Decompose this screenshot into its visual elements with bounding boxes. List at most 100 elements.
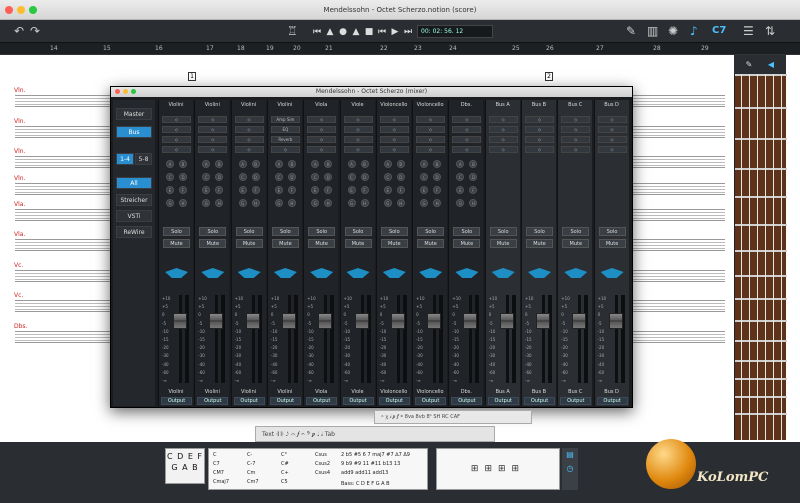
insert-slot[interactable]: ◇ — [416, 136, 446, 143]
insert-slot[interactable]: ◇ — [416, 126, 446, 133]
close-window-button[interactable] — [115, 89, 120, 94]
solo-button[interactable]: Solo — [344, 227, 372, 236]
insert-slot[interactable]: ◇ — [488, 126, 518, 133]
send-knob[interactable]: E — [274, 186, 283, 194]
send-knob[interactable]: E — [383, 186, 392, 194]
chord-extension[interactable]: 2 b5 #5 6 7 maj7 #7 ∆7 Δ9 — [341, 452, 410, 458]
list-icon[interactable]: ☰ — [743, 23, 754, 39]
send-knob[interactable]: G — [420, 199, 429, 207]
volume-fader[interactable] — [463, 313, 478, 329]
pan-control[interactable] — [491, 268, 515, 278]
send-knob[interactable]: D — [251, 173, 260, 181]
mute-button[interactable]: Mute — [199, 239, 227, 248]
chord-type[interactable]: C# — [281, 461, 289, 467]
insert-slot[interactable]: ◇ — [234, 136, 264, 143]
send-knob[interactable]: E — [456, 186, 465, 194]
back-button[interactable]: ⏮ — [377, 27, 387, 37]
zoom-window-button[interactable] — [29, 6, 37, 14]
volume-fader[interactable] — [572, 313, 587, 329]
send-knob[interactable]: A — [383, 160, 392, 168]
insert-slot[interactable]: ◇ — [198, 146, 228, 153]
send-knob[interactable]: G — [202, 199, 211, 207]
send-knob[interactable]: E — [166, 186, 174, 194]
channel-name[interactable]: Viole — [341, 102, 375, 108]
solo-button[interactable]: Solo — [271, 227, 299, 236]
keyboard-icon[interactable]: ▥ — [647, 23, 658, 39]
chord-roots-row[interactable]: G A B — [166, 462, 204, 473]
insert-slot[interactable]: ◇ — [307, 136, 337, 143]
send-knob[interactable]: D — [396, 173, 405, 181]
send-knob[interactable]: D — [360, 173, 369, 181]
send-knob[interactable]: E — [420, 186, 429, 194]
chord-type[interactable]: C — [213, 452, 217, 458]
insert-slot[interactable]: ◇ — [379, 116, 409, 123]
mute-button[interactable]: Mute — [380, 239, 408, 248]
chord-type[interactable]: C5 — [281, 479, 288, 485]
insert-slot[interactable]: ◇ — [525, 136, 554, 143]
send-knob[interactable]: H — [360, 199, 369, 207]
effect-slot[interactable]: Amp Sim — [270, 116, 300, 123]
output-button[interactable]: Output — [269, 397, 301, 405]
solo-button[interactable]: Solo — [598, 227, 626, 236]
insert-slot[interactable]: ◇ — [597, 116, 627, 123]
send-knob[interactable]: H — [215, 199, 224, 207]
conductor-icon[interactable]: ♖ — [287, 23, 298, 39]
volume-fader[interactable] — [536, 313, 550, 329]
undo-icon[interactable]: ↶ — [14, 23, 24, 39]
send-knob[interactable]: B — [287, 160, 296, 168]
mute-button[interactable]: Mute — [271, 239, 299, 248]
mute-button[interactable]: Mute — [489, 239, 517, 248]
send-knob[interactable]: H — [433, 199, 442, 207]
send-knob[interactable]: D — [215, 173, 224, 181]
send-knob[interactable]: F — [324, 186, 333, 194]
send-knob[interactable]: E — [347, 186, 356, 194]
pencil-icon[interactable]: ✎ — [740, 58, 758, 71]
channel-name[interactable]: Violoncello — [377, 102, 411, 108]
send-knob[interactable]: F — [360, 186, 369, 194]
output-button[interactable]: Output — [197, 397, 229, 405]
send-knob[interactable]: H — [251, 199, 260, 207]
send-knob[interactable]: A — [202, 160, 211, 168]
insert-slot[interactable]: ◇ — [343, 136, 373, 143]
articulation-palette[interactable]: 𝄐 ꭓ 𝅗𝅥 𝆏 𝆑 ꓿ 8va 8vb 8ᵇ SH RC CAF — [374, 410, 532, 424]
guitar-fretboard[interactable] — [734, 74, 787, 440]
output-button[interactable]: Output — [233, 397, 265, 405]
output-button[interactable]: Output — [451, 397, 483, 405]
channels-5-8-button[interactable]: 5-8 — [135, 153, 152, 165]
window-controls[interactable] — [5, 6, 37, 14]
send-knob[interactable]: D — [287, 173, 296, 181]
mute-button[interactable]: Mute — [453, 239, 481, 248]
stop-button[interactable]: ■ — [364, 27, 374, 37]
output-button[interactable]: Output — [415, 397, 447, 405]
volume-fader[interactable] — [245, 313, 260, 329]
pan-control[interactable] — [201, 268, 225, 278]
insert-slot[interactable]: ◇ — [597, 126, 627, 133]
send-knob[interactable]: A — [274, 160, 283, 168]
chord-extension[interactable]: 9 b9 #9 11 #11 b13 13 — [341, 461, 400, 467]
vsti-button[interactable]: VSTi — [116, 210, 152, 222]
chord-type[interactable]: Cm — [247, 470, 255, 476]
insert-slot[interactable]: ◇ — [488, 146, 518, 153]
insert-slot[interactable]: ◇ — [162, 126, 191, 133]
insert-slot[interactable]: ◇ — [488, 136, 518, 143]
insert-slot[interactable]: ◇ — [452, 136, 482, 143]
send-knob[interactable]: A — [311, 160, 320, 168]
insert-slot[interactable]: ◇ — [307, 126, 337, 133]
zoom-window-button[interactable] — [131, 89, 136, 94]
forward-button[interactable]: ⏭ — [403, 27, 413, 37]
send-knob[interactable]: F — [287, 186, 296, 194]
metronome-icon[interactable]: ▲ — [325, 27, 335, 37]
send-knob[interactable]: F — [179, 186, 187, 194]
insert-slot[interactable]: ◇ — [162, 116, 191, 123]
volume-fader[interactable] — [354, 313, 369, 329]
solo-button[interactable]: Solo — [526, 227, 553, 236]
mute-button[interactable]: Mute — [235, 239, 263, 248]
solo-button[interactable]: Solo — [163, 227, 190, 236]
chord-type[interactable]: C+ — [281, 470, 289, 476]
send-knob[interactable]: B — [251, 160, 260, 168]
solo-button[interactable]: Solo — [199, 227, 227, 236]
send-knob[interactable]: A — [347, 160, 356, 168]
insert-slot[interactable]: ◇ — [416, 116, 446, 123]
output-button[interactable]: Output — [306, 397, 338, 405]
chord-type[interactable]: C-7 — [247, 461, 255, 467]
